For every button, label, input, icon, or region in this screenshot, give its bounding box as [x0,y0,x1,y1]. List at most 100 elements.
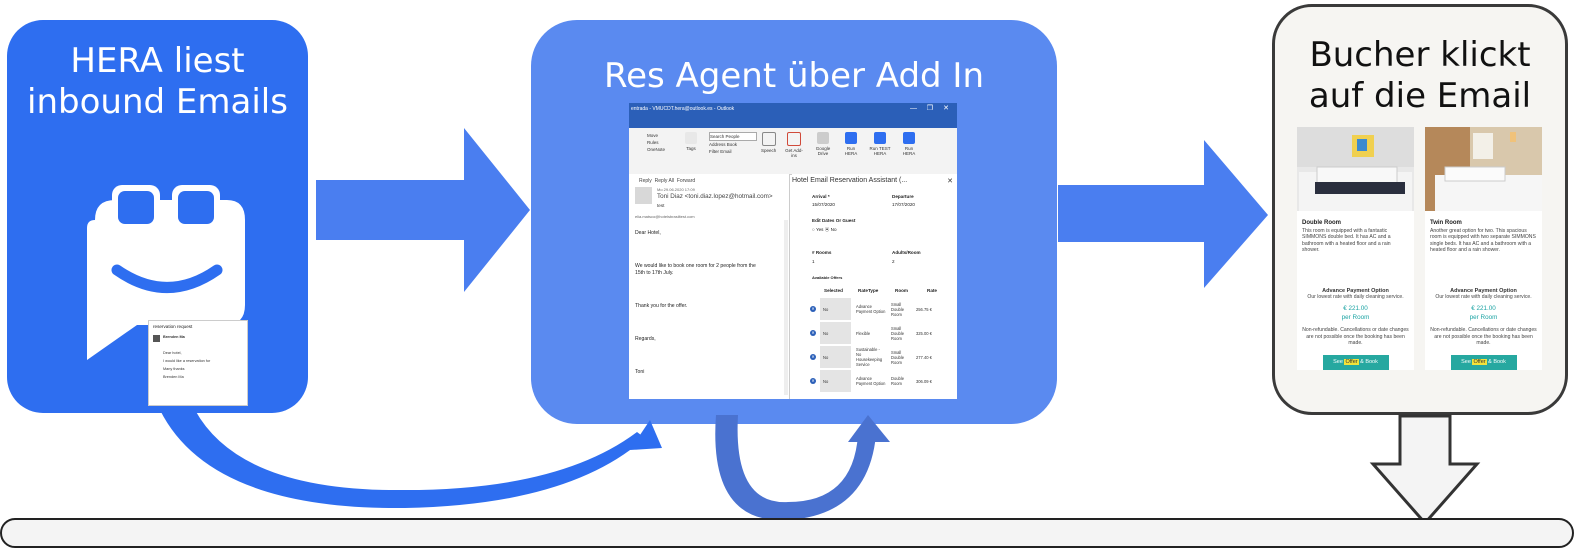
offer-room: Small Double Room [891,325,904,341]
deselect-icon[interactable]: ✕ [810,354,816,360]
cancellation-note: Non-refundable. Cancellations or date ch… [1430,327,1537,347]
reply-button[interactable]: Reply [639,178,652,184]
deselect-icon[interactable]: ✕ [810,378,816,384]
step1-box: HERA liest inbound Emails reservation re… [7,20,308,413]
room-name: Double Room [1302,220,1341,226]
snippet-body: I would like a reservation for [163,359,211,363]
room-desc: Another great option for two. This spaci… [1430,228,1536,254]
room-name: Twin Room [1430,220,1462,226]
run-hera-2-button[interactable]: Run HERA [899,132,919,156]
filter-email-button[interactable]: Filter Email [709,148,757,155]
mail-line: We would like to book one room for 2 peo… [635,263,756,276]
offers-label: Available Offers [812,275,843,280]
price-unit: per Room [1469,314,1498,322]
tags-button[interactable]: Tags [685,132,697,151]
offer-selected: No [820,346,851,368]
offer-rate: 325.00 € [916,330,932,336]
arrow-right-2-icon [1058,140,1268,288]
mail-actions: Reply Reply All Forward [639,178,695,184]
departure-field[interactable]: 17/07/2020 [892,202,915,207]
hera-icon [845,132,857,144]
deselect-icon[interactable]: ✕ [810,306,816,312]
mail-reading-pane: Reply Reply All Forward Mo 29.06.2020 17… [629,174,790,399]
see-offer-book-button[interactable]: See Offer & Book [1322,354,1389,370]
outlook-title: entrada - VMUCDT.hera@outlook.es - Outlo… [631,106,735,112]
col-room: Room [895,288,909,293]
forward-button[interactable]: Forward [677,178,695,184]
departure-label: Departure [892,194,914,199]
hera-icon [903,132,915,144]
room-photo [1425,127,1542,211]
table-row[interactable]: ✕ No Advance Payment Option Small Double… [804,298,950,320]
offer-rate: 306.09 € [916,378,932,384]
arrow-right-1-icon [316,128,530,292]
mail-from: Toni Diaz <toni.diaz.lopez@hotmail.com> [657,193,773,200]
offer-ratetype: Sustainable - No Housekeeping Service [856,347,883,367]
minimize-icon[interactable]: — [910,103,917,115]
arrival-field[interactable]: 15/07/2020 [812,202,835,207]
cancellation-note: Non-refundable. Cancellations or date ch… [1302,327,1409,347]
rate-desc: Our lowest rate with daily cleaning serv… [1307,294,1404,300]
mail-to: elia.matsco@hotelsbrasiltest.com [635,214,695,219]
step3-title: Bucher klickt auf die Email [1308,35,1532,116]
step2-box: Res Agent über Add In entrada - VMUCDT.h… [531,20,1057,424]
close-icon[interactable]: ✕ [943,103,949,115]
bottom-bar [0,518,1574,548]
radio-yes[interactable]: Yes [816,227,824,232]
snippet-sender: Brenden Ma [163,335,185,339]
reply-all-button[interactable]: Reply All [655,178,674,184]
room-photo [1297,127,1414,211]
speech-button[interactable]: Speech [761,132,776,153]
table-row[interactable]: ✕ No Sustainable - No Housekeeping Servi… [804,346,950,368]
offer-selected: No [820,298,851,320]
curved-arrow-2-icon [715,415,890,521]
offer-rate: 256.75 € [916,306,932,312]
mail-line: Regards, [635,336,656,342]
edit-label: Edit Dates Or Guest [812,218,856,223]
offer-ratetype: Advance Payment Option [856,304,886,314]
snippet-signoff: Many thanks [163,367,185,371]
rules-button[interactable]: Rules [647,139,665,146]
addins-icon [787,132,801,146]
offer-room: Small Double Room [891,349,904,365]
offer-room: Double Room [891,376,904,386]
offer-ratetype: Advance Payment Option [856,376,886,386]
step2-title: Res Agent über Add In [603,56,985,96]
drive-icon [817,132,829,144]
snippet-subject: reservation request [153,324,193,329]
radio-no[interactable]: No [831,227,837,232]
room-card-double: Double Room This room is equipped with a… [1297,127,1414,370]
offer-ratetype: Flexible [856,330,871,336]
snippet-greeting: Dear hotel, [163,351,182,355]
addin-pane: Hotel Email Reservation Assistant (... ✕… [792,174,957,399]
close-icon[interactable]: ✕ [947,177,953,185]
see-offer-book-button[interactable]: See Offer & Book [1450,354,1517,370]
run-test-hera-button[interactable]: Run TEST HERA [867,132,893,156]
table-row[interactable]: ✕ No Advance Payment Option Double Room … [804,370,950,392]
rooms-value[interactable]: 1 [812,259,815,264]
find-group: Search People Address Book Filter Email [709,132,757,155]
onenote-button[interactable]: OneNote [647,146,665,153]
price-unit: per Room [1341,314,1370,322]
table-row[interactable]: ✕ No Flexible Small Double Room 325.00 € [804,322,950,344]
maximize-icon[interactable]: ❐ [927,103,933,115]
google-drive-button[interactable]: Google Drive [811,132,835,156]
avatar [153,335,160,342]
arrival-label: Arrival * [812,194,830,199]
adults-value[interactable]: 2 [892,259,895,264]
mail-subject: test [657,203,665,208]
run-hera-button[interactable]: Run HERA [841,132,861,156]
outlook-titlebar: entrada - VMUCDT.hera@outlook.es - Outlo… [629,103,957,128]
col-rate: Rate [927,288,937,293]
scrollbar[interactable] [784,220,788,395]
rate-desc: Our lowest rate with daily cleaning serv… [1435,294,1532,300]
deselect-icon[interactable]: ✕ [810,330,816,336]
outlook-ribbon: Move Rules OneNote Tags Search People Ad… [629,128,957,175]
address-book-button[interactable]: Address Book [709,141,757,148]
search-people-input[interactable]: Search People [709,132,757,141]
move-button[interactable]: Move [647,132,665,139]
room-desc: This room is equipped with a fantastic S… [1302,228,1391,254]
mail-line: Toni [635,369,645,375]
curved-arrow-1-icon [160,410,662,509]
get-addins-button[interactable]: Get Add-ins [784,132,804,158]
